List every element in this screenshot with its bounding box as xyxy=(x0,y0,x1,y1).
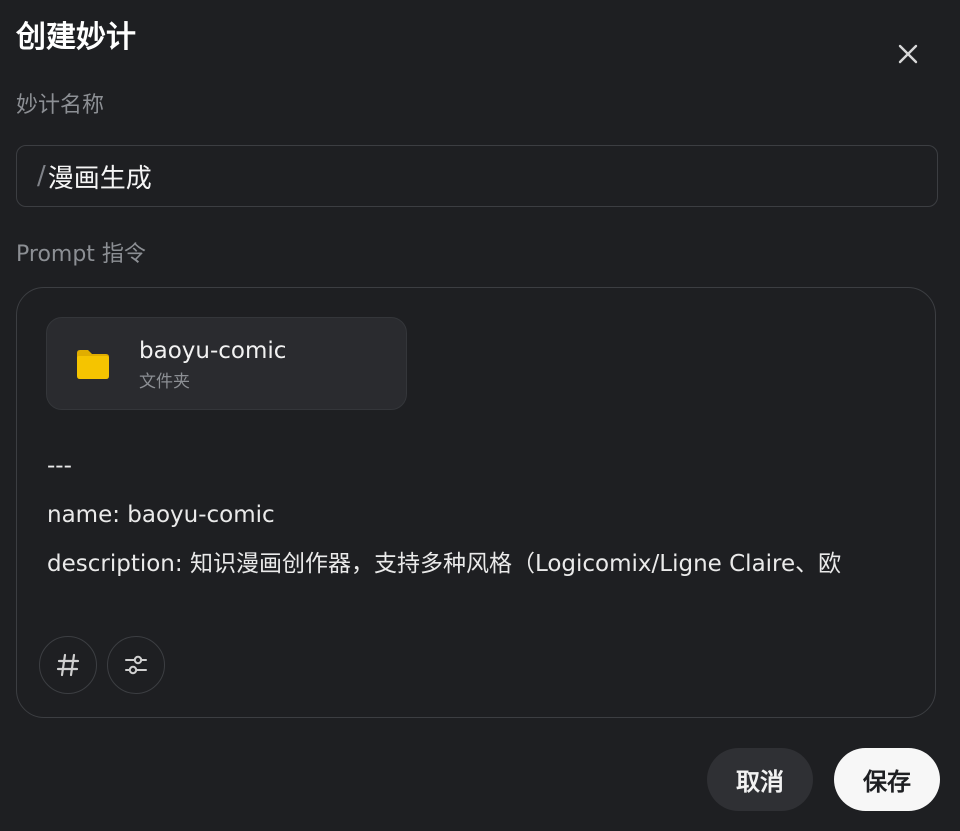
prompt-label: Prompt 指令 xyxy=(16,242,146,267)
attachment-card[interactable]: baoyu-comic 文件夹 xyxy=(46,317,407,410)
prompt-line-separator: --- xyxy=(47,453,72,479)
hash-icon xyxy=(56,653,80,677)
close-button[interactable] xyxy=(888,34,928,74)
prompt-line-name: name: baoyu-comic xyxy=(47,502,275,528)
name-field[interactable]: / xyxy=(16,145,938,207)
name-label: 妙计名称 xyxy=(16,93,105,118)
close-icon xyxy=(898,44,918,64)
cancel-button[interactable]: 取消 xyxy=(707,748,813,811)
prompt-editor[interactable]: baoyu-comic 文件夹 --- name: baoyu-comic de… xyxy=(16,287,936,718)
folder-icon xyxy=(77,350,109,379)
hashtag-button[interactable] xyxy=(39,636,97,694)
sliders-icon xyxy=(125,655,147,675)
attachment-name: baoyu-comic xyxy=(139,338,287,364)
create-tip-dialog: 创建妙计 妙计名称 / Prompt 指令 baoyu-comic 文件夹 --… xyxy=(0,0,960,831)
prompt-line-description: description: 知识漫画创作器，支持多种风格（Logicomix/Li… xyxy=(47,551,842,577)
slash-prefix: / xyxy=(37,161,46,191)
attachment-type: 文件夹 xyxy=(139,372,190,392)
save-button[interactable]: 保存 xyxy=(834,748,940,811)
settings-button[interactable] xyxy=(107,636,165,694)
dialog-title: 创建妙计 xyxy=(16,20,136,55)
name-input[interactable] xyxy=(47,161,908,191)
